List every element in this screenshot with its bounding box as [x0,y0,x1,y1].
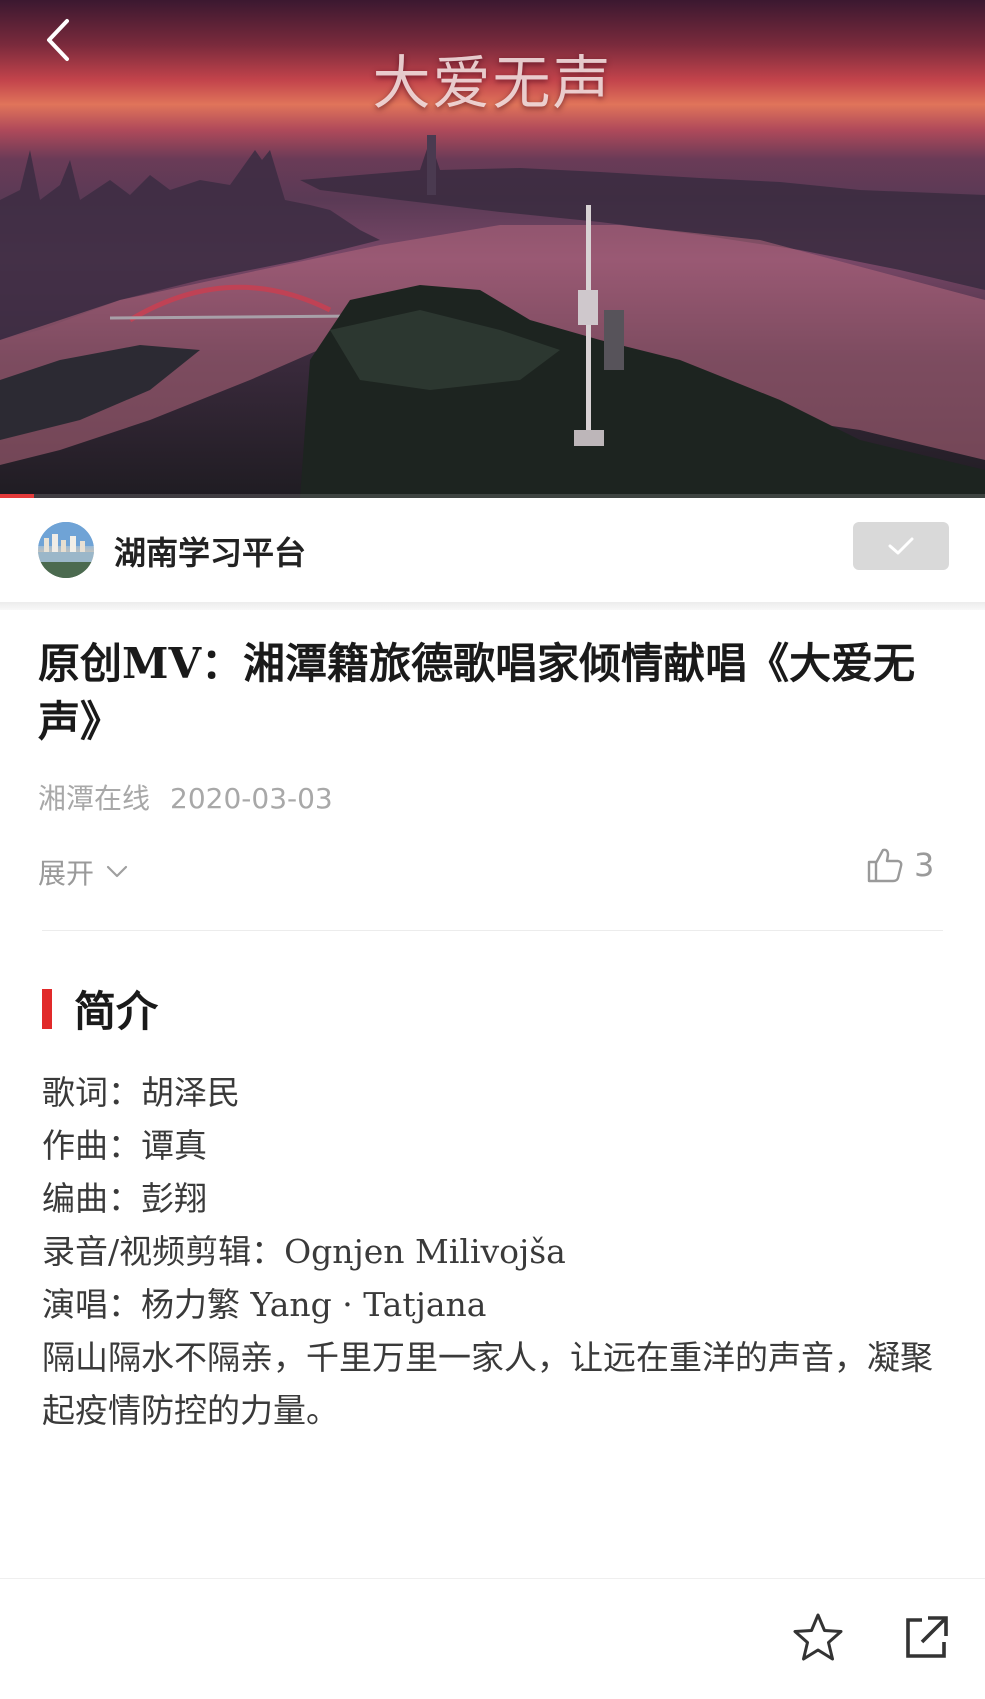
article-title: 原创MV：湘潭籍旅德歌唱家倾情献唱《大爱无声》 [38,639,916,746]
article-meta: 湘潭在线 2020-03-03 [38,777,333,817]
section-divider [0,602,985,610]
chevron-down-icon [106,865,128,878]
followed-button[interactable] [853,522,949,570]
intro-line: 歌词：胡泽民 [42,1073,240,1112]
share-button[interactable] [896,1608,956,1668]
publisher-avatar[interactable] [38,522,94,578]
expand-button[interactable]: 展开 [38,852,128,892]
content-divider [42,930,943,931]
video-player[interactable]: 大爱无声 [0,0,985,498]
intro-line: 作曲：谭真 [42,1126,207,1165]
like-button[interactable]: 3 [866,846,934,884]
star-icon [793,1613,843,1661]
check-icon [888,537,914,555]
intro-line: 录音/视频剪辑：Ognjen Milivojša [42,1232,566,1271]
intro-line: 编曲：彭翔 [42,1179,207,1218]
article-source: 湘潭在线 [38,782,151,815]
publisher-name[interactable]: 湖南学习平台 [114,528,306,574]
like-count: 3 [914,846,935,884]
thumbs-up-icon [867,848,903,883]
intro-line: 隔山隔水不隔亲，千里万里一家人，让远在重洋的声音，凝聚起疫情防控的力量。 [42,1338,933,1430]
video-overlay-title: 大爱无声 [372,49,613,117]
intro-text: 歌词：胡泽民 作曲：谭真 编曲：彭翔 录音/视频剪辑：Ognjen Milivo… [42,1066,948,1437]
intro-line: 演唱：杨力繁 Yang · Tatjana [42,1285,487,1324]
publisher-bar: 湖南学习平台 [0,498,985,602]
expand-label: 展开 [38,857,95,890]
toolbar-divider [0,1578,985,1579]
section-accent-bar [42,988,52,1029]
favorite-button[interactable] [788,1608,848,1668]
intro-section-header: 简介 [42,978,158,1039]
article-date: 2020-03-03 [170,782,333,815]
intro-section-title: 简介 [74,987,159,1036]
share-icon [906,1616,948,1658]
